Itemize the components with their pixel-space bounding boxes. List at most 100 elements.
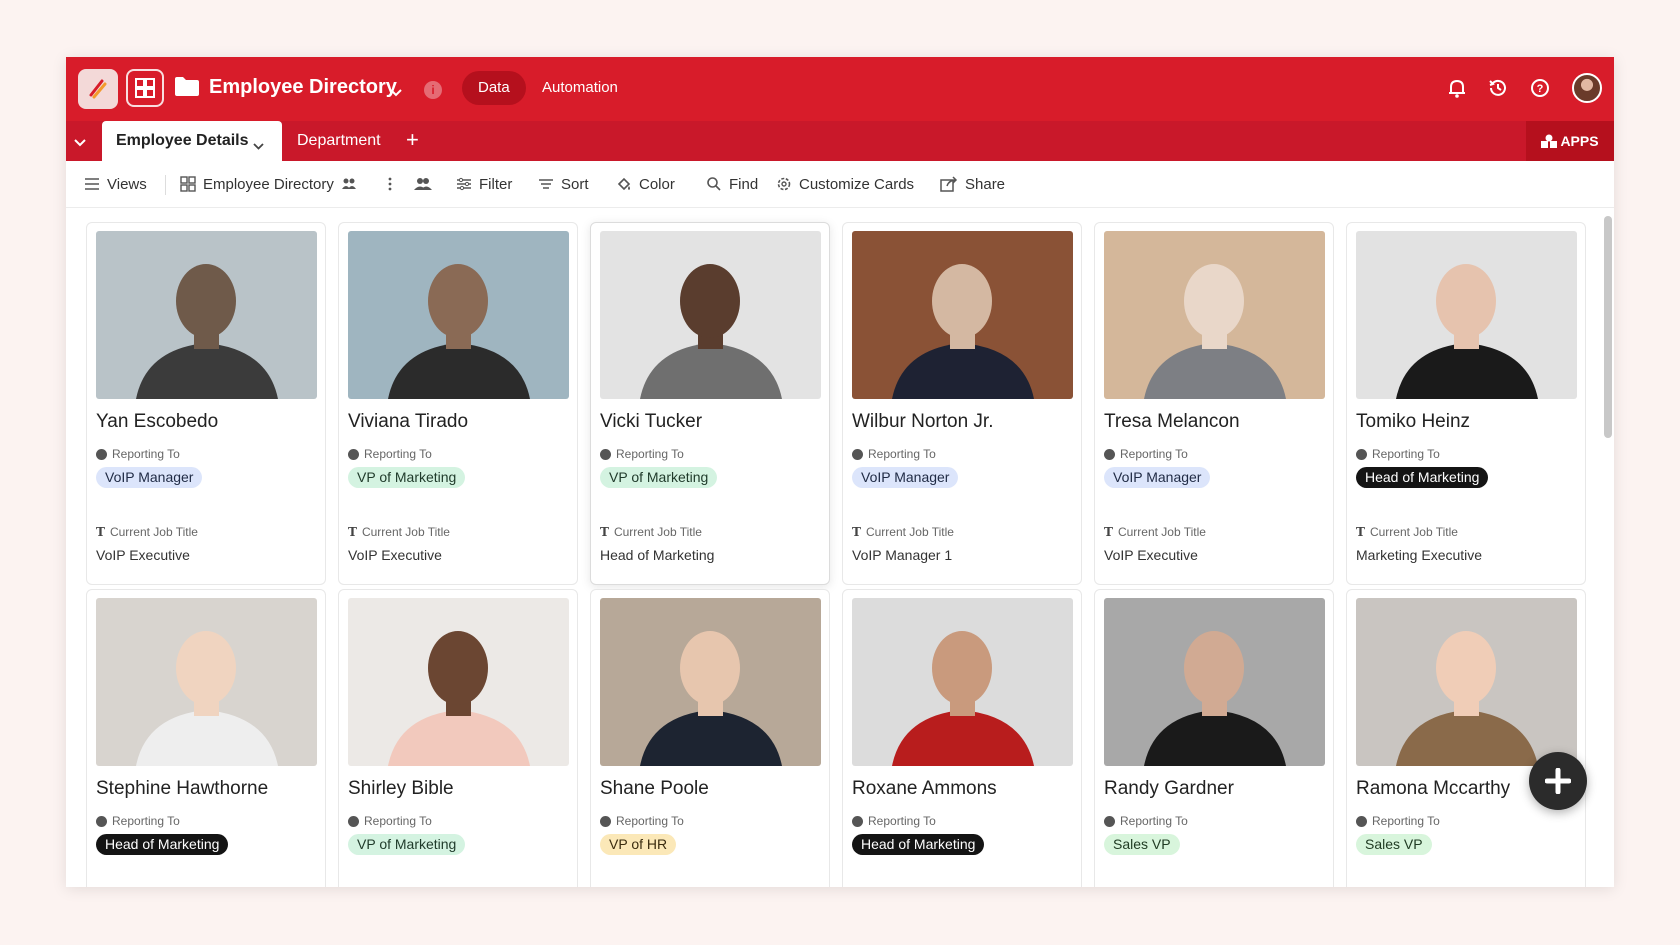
employee-card[interactable]: Ramona Mccarthy Reporting To Sales VP xyxy=(1346,589,1586,887)
history-icon[interactable] xyxy=(1487,77,1509,99)
field-label: Current Job Title xyxy=(109,525,198,539)
reporting-to-label: Reporting To xyxy=(852,814,936,828)
sort-label: Sort xyxy=(561,175,589,193)
gallery-icon xyxy=(180,176,196,192)
tab-label: Employee Details xyxy=(116,132,249,149)
employee-name: Vicki Tucker xyxy=(600,411,703,432)
filter-button[interactable]: Filter xyxy=(456,161,512,207)
job-title-label: T Current Job Title xyxy=(1356,525,1458,539)
apps-icon xyxy=(1541,134,1558,148)
job-title-label: T Current Job Title xyxy=(600,525,702,539)
employee-card[interactable]: Roxane Ammons Reporting To Head of Marketi… xyxy=(842,589,1082,887)
share-button[interactable]: Share xyxy=(940,161,1005,207)
find-button[interactable]: Find xyxy=(706,161,758,207)
employee-card[interactable]: Wilbur Norton Jr. Reporting To VoIP Manage… xyxy=(842,222,1082,585)
employee-card[interactable]: Tresa Melancon Reporting To VoIP Manager T C… xyxy=(1094,222,1334,585)
text-field-icon: T xyxy=(1356,525,1365,539)
field-label: Current Job Title xyxy=(1117,525,1206,539)
reporting-to-label: Reporting To xyxy=(1104,447,1188,461)
employee-card[interactable]: Randy Gardner Reporting To Sales VP xyxy=(1094,589,1334,887)
bell-icon[interactable] xyxy=(1446,77,1468,99)
tab-employee-details[interactable]: Employee Details xyxy=(102,121,282,161)
employee-name: Ramona Mccarthy xyxy=(1356,778,1511,799)
link-field-icon xyxy=(600,448,611,460)
reporting-to-label: Reporting To xyxy=(96,447,180,461)
vertical-scrollbar[interactable] xyxy=(1602,208,1614,887)
field-label: Reporting To xyxy=(1120,814,1188,828)
scrollbar-thumb[interactable] xyxy=(1604,216,1612,438)
add-tab-icon[interactable]: + xyxy=(406,127,419,153)
app-title[interactable]: Employee Directory xyxy=(209,76,397,99)
job-title-label: T Current Job Title xyxy=(852,525,954,539)
view-selector[interactable]: Employee Directory xyxy=(180,161,357,207)
reporting-to-tag[interactable]: VoIP Manager xyxy=(852,467,959,488)
chevron-down-icon[interactable] xyxy=(390,84,402,102)
reporting-to-tag[interactable]: VP of HR xyxy=(600,834,677,855)
field-label: Reporting To xyxy=(616,814,684,828)
employee-card[interactable]: Yan Escobedo Reporting To VoIP Manager T Cur… xyxy=(86,222,326,585)
employee-card[interactable]: Shane Poole Reporting To VP of HR xyxy=(590,589,830,887)
people-icon[interactable] xyxy=(414,161,432,207)
employee-photo xyxy=(600,231,821,399)
chevron-down-icon[interactable] xyxy=(253,137,264,155)
user-avatar[interactable] xyxy=(1572,73,1602,103)
sort-icon xyxy=(539,179,553,189)
apps-button[interactable]: APPS xyxy=(1526,121,1614,161)
reporting-to-tag[interactable]: VoIP Manager xyxy=(96,467,203,488)
info-icon[interactable]: i xyxy=(424,81,442,99)
color-button[interactable]: Color xyxy=(616,161,675,207)
employee-photo xyxy=(1356,231,1577,399)
reporting-to-tag[interactable]: VoIP Manager xyxy=(1104,467,1211,488)
field-label: Reporting To xyxy=(1120,447,1188,461)
job-title-value: VoIP Executive xyxy=(1104,547,1198,563)
job-title-value: Head of Marketing xyxy=(600,547,715,563)
customize-cards-button[interactable]: Customize Cards xyxy=(776,161,914,207)
plus-icon xyxy=(1545,768,1571,794)
collapse-chevron-icon[interactable] xyxy=(74,134,86,152)
reporting-to-label: Reporting To xyxy=(1356,814,1440,828)
add-record-button[interactable] xyxy=(1529,752,1587,810)
filter-icon xyxy=(457,177,471,191)
job-title-label: T Current Job Title xyxy=(348,525,450,539)
app-grid-icon[interactable] xyxy=(126,69,164,107)
link-field-icon xyxy=(852,448,863,460)
employee-photo xyxy=(1104,231,1325,399)
reporting-to-tag[interactable]: Head of Marketing xyxy=(1356,467,1489,488)
link-field-icon xyxy=(348,815,359,827)
more-options-icon[interactable] xyxy=(388,161,392,207)
sort-button[interactable]: Sort xyxy=(538,161,589,207)
tab-department[interactable]: Department xyxy=(297,132,381,150)
field-label: Reporting To xyxy=(616,447,684,461)
employee-card[interactable]: Shirley Bible Reporting To VP of Marketing xyxy=(338,589,578,887)
toolbar-divider xyxy=(165,175,166,195)
text-field-icon: T xyxy=(1104,525,1113,539)
folder-icon[interactable] xyxy=(174,74,200,103)
help-icon[interactable]: ? xyxy=(1529,77,1551,99)
employee-card[interactable]: Viviana Tirado Reporting To VP of Marketin… xyxy=(338,222,578,585)
employee-card[interactable]: Tomiko Heinz Reporting To Head of Marketin… xyxy=(1346,222,1586,585)
reporting-to-tag[interactable]: Sales VP xyxy=(1104,834,1180,855)
views-button[interactable]: Views xyxy=(84,161,147,207)
toolbar: Views Employee Directory Filter Sort Col… xyxy=(66,161,1614,208)
nav-tab-automation[interactable]: Automation xyxy=(542,71,618,105)
employee-photo xyxy=(96,598,317,766)
job-title-value: VoIP Executive xyxy=(96,547,190,563)
reporting-to-tag[interactable]: Sales VP xyxy=(1356,834,1432,855)
find-label: Find xyxy=(729,175,759,193)
reporting-to-tag[interactable]: Head of Marketing xyxy=(852,834,985,855)
reporting-to-tag[interactable]: Head of Marketing xyxy=(96,834,229,855)
employee-photo xyxy=(348,598,569,766)
employee-name: Randy Gardner xyxy=(1104,778,1234,799)
reporting-to-tag[interactable]: VP of Marketing xyxy=(348,467,466,488)
paint-bucket-icon xyxy=(617,177,631,191)
text-field-icon: T xyxy=(348,525,357,539)
employee-card[interactable]: Vicki Tucker Reporting To VP of Marketing T… xyxy=(590,222,830,585)
views-label: Views xyxy=(107,175,147,193)
app-logo-icon[interactable] xyxy=(78,69,118,109)
employee-card[interactable]: Stephine Hawthorne Reporting To Head of Ma… xyxy=(86,589,326,887)
filter-label: Filter xyxy=(479,175,513,193)
reporting-to-tag[interactable]: VP of Marketing xyxy=(348,834,466,855)
reporting-to-tag[interactable]: VP of Marketing xyxy=(600,467,718,488)
nav-tab-data[interactable]: Data xyxy=(462,71,526,105)
job-title-value: Marketing Executive xyxy=(1356,547,1483,563)
